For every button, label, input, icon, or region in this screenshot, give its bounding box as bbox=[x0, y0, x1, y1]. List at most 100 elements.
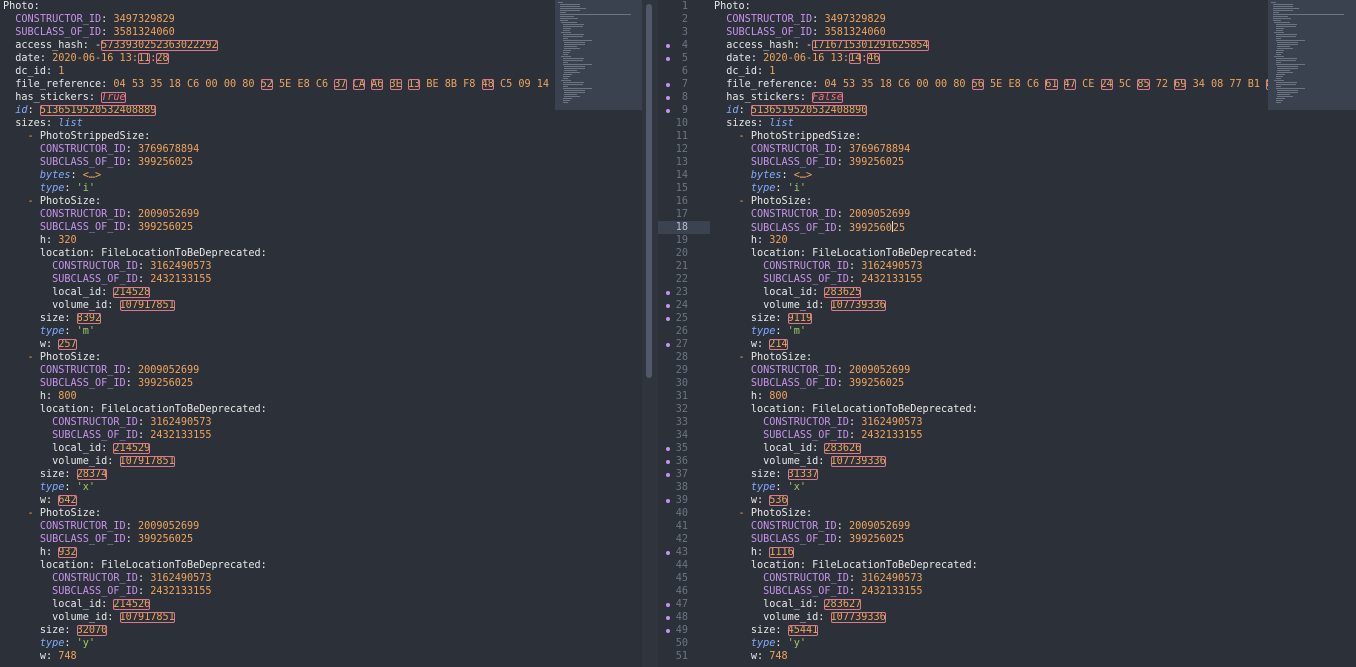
right-code-line[interactable]: SUBCLASS_OF_ID: 399256025 bbox=[714, 533, 904, 546]
right-code-line[interactable]: - PhotoSize: bbox=[714, 351, 813, 364]
left-code-line[interactable]: CONSTRUCTOR_ID: 3497329829 bbox=[3, 13, 175, 26]
right-code-line[interactable]: bytes: <…> bbox=[714, 169, 812, 182]
left-code-line[interactable]: SUBCLASS_OF_ID: 3581324060 bbox=[3, 26, 175, 39]
right-code-line[interactable]: size: 31337 bbox=[714, 468, 819, 481]
right-code-line[interactable]: type: 'y' bbox=[714, 637, 806, 650]
right-code-line[interactable]: h: 800 bbox=[714, 390, 788, 403]
right-code-line[interactable]: local_id: 283626 bbox=[714, 442, 862, 455]
left-code-line[interactable]: file_reference: 04 53 35 18 C6 00 00 80 … bbox=[3, 78, 562, 91]
left-code-line[interactable]: size: 32070 bbox=[3, 624, 108, 637]
left-code-line[interactable]: SUBCLASS_OF_ID: 399256025 bbox=[3, 533, 193, 546]
left-code-line[interactable]: CONSTRUCTOR_ID: 2009052699 bbox=[3, 208, 200, 221]
left-code-line[interactable]: local_id: 214529 bbox=[3, 442, 151, 455]
right-code-line[interactable]: location: FileLocationToBeDeprecated: bbox=[714, 559, 978, 572]
right-code-line[interactable]: has_stickers: False bbox=[714, 91, 843, 104]
left-code-line[interactable]: local_id: 214528 bbox=[3, 286, 151, 299]
right-code-line[interactable]: local_id: 283627 bbox=[714, 598, 862, 611]
right-code-line[interactable]: SUBCLASS_OF_ID: 399256025 bbox=[714, 156, 904, 169]
left-code-line[interactable]: SUBCLASS_OF_ID: 399256025 bbox=[3, 221, 193, 234]
right-code-line[interactable]: access_hash: -1716715301291625854 bbox=[714, 39, 929, 52]
left-code-line[interactable]: - PhotoSize: bbox=[3, 351, 102, 364]
right-editor-pane[interactable]: 1 2 3 4 5 6 7 8 9 10 11 12 13 14 15 16 17 18 19 20 21 22 23 24 2… bbox=[658, 0, 1356, 667]
left-code-line[interactable]: location: FileLocationToBeDeprecated: bbox=[3, 247, 267, 260]
right-code-line[interactable]: - PhotoStrippedSize: bbox=[714, 130, 862, 143]
left-code-line[interactable]: SUBCLASS_OF_ID: 399256025 bbox=[3, 156, 193, 169]
left-code-line[interactable]: - PhotoStrippedSize: bbox=[3, 130, 151, 143]
left-code-line[interactable]: local_id: 214526 bbox=[3, 598, 151, 611]
left-editor-pane[interactable]: Photo: CONSTRUCTOR_ID: 3497329829 SUBCLA… bbox=[0, 0, 642, 667]
right-code-line[interactable]: size: 9119 bbox=[714, 312, 813, 325]
right-code-line[interactable]: SUBCLASS_OF_ID: 2432133155 bbox=[714, 585, 923, 598]
right-code-line[interactable]: CONSTRUCTOR_ID: 3162490573 bbox=[714, 416, 923, 429]
left-code-line[interactable]: volume_id: 107917851 bbox=[3, 611, 175, 624]
right-code-line[interactable]: size: 45441 bbox=[714, 624, 819, 637]
left-scroll-thumb[interactable] bbox=[646, 4, 652, 378]
left-code-line[interactable]: w: 257 bbox=[3, 338, 77, 351]
right-code-line[interactable]: - PhotoSize: bbox=[714, 507, 813, 520]
pane-divider[interactable] bbox=[642, 0, 658, 667]
left-code-line[interactable]: CONSTRUCTOR_ID: 2009052699 bbox=[3, 364, 200, 377]
right-code-line[interactable]: location: FileLocationToBeDeprecated: bbox=[714, 403, 978, 416]
left-code-line[interactable]: w: 748 bbox=[3, 650, 77, 663]
right-code-line[interactable]: CONSTRUCTOR_ID: 3769678894 bbox=[714, 143, 911, 156]
right-code-line[interactable]: date: 2020-06-16 13:14:46 bbox=[714, 52, 880, 65]
right-code-line[interactable]: volume_id: 107739336 bbox=[714, 299, 886, 312]
left-code-line[interactable]: CONSTRUCTOR_ID: 3769678894 bbox=[3, 143, 200, 156]
right-code-line[interactable]: file_reference: 04 53 35 18 C6 00 00 80 … bbox=[714, 78, 1273, 91]
left-code-line[interactable]: h: 932 bbox=[3, 546, 77, 559]
left-code-line[interactable]: type: 'x' bbox=[3, 481, 95, 494]
right-code-line[interactable]: SUBCLASS_OF_ID: 399256025 bbox=[714, 221, 905, 234]
right-code-line[interactable]: id: 5136519520532408890 bbox=[714, 104, 868, 117]
left-code-line[interactable]: SUBCLASS_OF_ID: 2432133155 bbox=[3, 585, 212, 598]
right-code-line[interactable]: SUBCLASS_OF_ID: 2432133155 bbox=[714, 429, 923, 442]
left-code-line[interactable]: SUBCLASS_OF_ID: 2432133155 bbox=[3, 273, 212, 286]
left-code-line[interactable]: CONSTRUCTOR_ID: 3162490573 bbox=[3, 416, 212, 429]
left-code-line[interactable]: SUBCLASS_OF_ID: 399256025 bbox=[3, 377, 193, 390]
left-code-line[interactable]: date: 2020-06-16 13:11:28 bbox=[3, 52, 169, 65]
left-code-line[interactable]: size: 28374 bbox=[3, 468, 108, 481]
right-code-line[interactable]: SUBCLASS_OF_ID: 2432133155 bbox=[714, 273, 923, 286]
right-code-line[interactable]: w: 748 bbox=[714, 650, 788, 663]
left-code-line[interactable]: - PhotoSize: bbox=[3, 195, 102, 208]
right-code-line[interactable]: w: 214 bbox=[714, 338, 788, 351]
left-code-line[interactable]: access_hash: -5733930252363022292 bbox=[3, 39, 218, 52]
left-code-line[interactable]: volume_id: 107917851 bbox=[3, 455, 175, 468]
left-code-line[interactable]: id: 5136519520532408889 bbox=[3, 104, 157, 117]
right-code-line[interactable]: CONSTRUCTOR_ID: 3162490573 bbox=[714, 572, 923, 585]
left-code-line[interactable]: Photo: bbox=[3, 0, 40, 13]
right-code-line[interactable]: CONSTRUCTOR_ID: 2009052699 bbox=[714, 208, 911, 221]
right-code-line[interactable]: SUBCLASS_OF_ID: 399256025 bbox=[714, 377, 904, 390]
left-code-line[interactable]: SUBCLASS_OF_ID: 2432133155 bbox=[3, 429, 212, 442]
left-code-line[interactable]: h: 800 bbox=[3, 390, 77, 403]
right-code-line[interactable]: w: 536 bbox=[714, 494, 788, 507]
left-code-line[interactable]: volume_id: 107917851 bbox=[3, 299, 175, 312]
right-code-line[interactable]: CONSTRUCTOR_ID: 3162490573 bbox=[714, 260, 923, 273]
left-code-line[interactable]: sizes: list bbox=[3, 117, 82, 130]
left-code-line[interactable]: bytes: <…> bbox=[3, 169, 101, 182]
left-code-line[interactable]: location: FileLocationToBeDeprecated: bbox=[3, 559, 267, 572]
right-code-line[interactable]: CONSTRUCTOR_ID: 3497329829 bbox=[714, 13, 886, 26]
right-code-line[interactable]: dc_id: 1 bbox=[714, 65, 775, 78]
right-code-line[interactable]: local_id: 283625 bbox=[714, 286, 862, 299]
right-code-line[interactable]: type: 'x' bbox=[714, 481, 806, 494]
right-code-line[interactable]: CONSTRUCTOR_ID: 2009052699 bbox=[714, 520, 911, 533]
left-code-line[interactable]: CONSTRUCTOR_ID: 2009052699 bbox=[3, 520, 200, 533]
right-code-line[interactable]: sizes: list bbox=[714, 117, 793, 130]
right-code-line[interactable]: - PhotoSize: bbox=[714, 195, 813, 208]
left-code-line[interactable]: type: 'm' bbox=[3, 325, 95, 338]
right-code-line[interactable]: CONSTRUCTOR_ID: 2009052699 bbox=[714, 364, 911, 377]
right-code-line[interactable]: type: 'i' bbox=[714, 182, 806, 195]
right-code-line[interactable]: volume_id: 107739336 bbox=[714, 455, 886, 468]
right-code-line[interactable]: Photo: bbox=[714, 0, 751, 13]
right-code-line[interactable]: h: 320 bbox=[714, 234, 788, 247]
right-code-line[interactable]: SUBCLASS_OF_ID: 3581324060 bbox=[714, 26, 886, 39]
right-code-line[interactable]: h: 1116 bbox=[714, 546, 794, 559]
left-code-line[interactable]: size: 8392 bbox=[3, 312, 102, 325]
left-code-line[interactable]: w: 642 bbox=[3, 494, 77, 507]
left-code-line[interactable]: has_stickers: True bbox=[3, 91, 126, 104]
right-code-line[interactable]: volume_id: 107739336 bbox=[714, 611, 886, 624]
right-minimap[interactable] bbox=[1268, 0, 1356, 110]
left-code-line[interactable]: location: FileLocationToBeDeprecated: bbox=[3, 403, 267, 416]
left-code-line[interactable]: type: 'y' bbox=[3, 637, 95, 650]
left-code-line[interactable]: type: 'i' bbox=[3, 182, 95, 195]
